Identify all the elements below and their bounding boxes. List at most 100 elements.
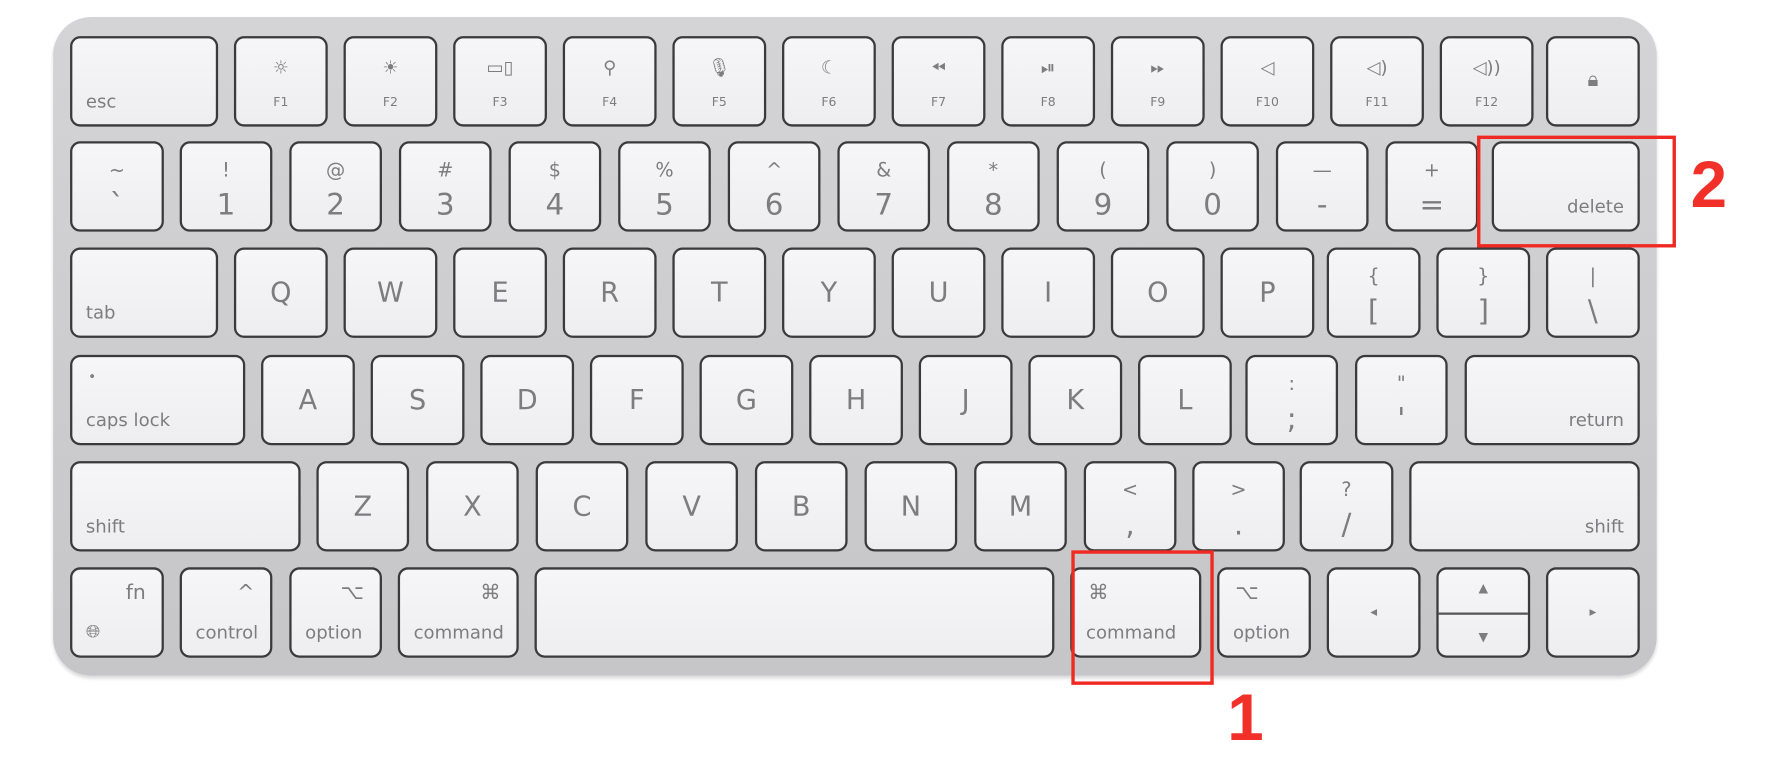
key-1[interactable]: ! 1 [179,141,273,232]
key-b[interactable]: B [754,461,848,552]
key-semicolon[interactable]: :; [1245,354,1339,446]
key-arrow-left[interactable]: ◂ [1326,567,1421,658]
key-i[interactable]: I [1001,247,1096,338]
key-f[interactable]: F [589,354,684,446]
key-minus[interactable]: — - [1275,141,1369,232]
key-bracket-right[interactable]: }] [1436,247,1531,338]
key-j[interactable]: J [918,354,1013,446]
caps-lock-indicator-icon: • [88,368,97,385]
key-label: P [1259,276,1276,309]
key-h[interactable]: H [809,354,903,446]
key-label: H [845,384,867,416]
key-f8[interactable]: ⏯︎ F8 [1001,36,1096,127]
key-q[interactable]: Q [233,247,328,338]
key-4[interactable]: $4 [508,141,602,232]
key-6[interactable]: ^ 6 [727,141,821,232]
key-quote[interactable]: " ' [1354,354,1448,446]
key-s[interactable]: S [370,354,465,446]
key-label: / [1341,508,1352,543]
key-f7[interactable]: ⏪︎ F7 [891,36,986,127]
key-slash[interactable]: ? / [1299,461,1394,552]
key-f6[interactable]: ☾ F6 [782,36,876,127]
key-e[interactable]: E [453,247,547,338]
key-f11[interactable]: ◁) F11 [1330,36,1424,127]
key-shift-label: % [655,159,674,182]
key-tilde[interactable]: ~ ` [70,141,164,232]
key-label: 0 [1203,188,1222,223]
key-command-left[interactable]: ⌘ command [397,567,519,658]
key-a[interactable]: A [261,354,355,446]
key-f3[interactable]: ▭▯ F3 [453,36,547,127]
control-symbol-icon: ^ [237,580,255,605]
key-8[interactable]: * 8 [947,141,1040,232]
key-space[interactable] [534,567,1055,658]
key-option-left[interactable]: ⌥ option [289,567,382,658]
key-p[interactable]: P [1220,247,1315,338]
arrow-divider [1438,612,1528,615]
key-f10[interactable]: ◁ F10 [1220,36,1315,127]
key-arrow-right[interactable]: ▸ [1545,567,1640,658]
key-f12[interactable]: ◁)) F12 [1439,36,1534,127]
key-label: fn [125,580,146,605]
key-comma[interactable]: <, [1083,461,1177,552]
arrow-left-icon: ◂ [1370,603,1378,620]
key-n[interactable]: N [864,461,958,552]
key-d[interactable]: D [480,354,575,446]
key-label: 1 [216,188,236,223]
key-lock[interactable]: 🔒︎ [1545,36,1640,127]
key-label: shift [85,515,125,537]
key-c[interactable]: C [535,461,629,552]
key-t[interactable]: T [672,247,767,338]
key-option-right[interactable]: ⌥ option [1217,567,1311,658]
key-label: . [1233,508,1244,543]
key-shift-label: ( [1099,159,1107,182]
key-f5[interactable]: 🎙︎ F5 [672,36,767,127]
key-2[interactable]: @2 [289,141,382,232]
key-0[interactable]: ) 0 [1166,141,1259,232]
key-shift-label: ^ [766,159,783,182]
key-o[interactable]: O [1110,247,1205,338]
key-label: M [1008,490,1033,523]
key-x[interactable]: X [426,461,519,552]
key-shift-left[interactable]: shift [70,461,301,552]
key-v[interactable]: V [645,461,738,552]
key-shift-right[interactable]: shift [1409,461,1640,552]
key-u[interactable]: U [891,247,986,338]
key-caps-lock[interactable]: • caps lock [70,354,246,446]
key-label: \ [1587,294,1598,329]
key-period[interactable]: >. [1192,461,1285,552]
key-l[interactable]: L [1138,354,1232,446]
key-tab[interactable]: tab [70,247,219,338]
key-3[interactable]: #3 [398,141,492,232]
key-g[interactable]: G [699,354,794,446]
key-bracket-left[interactable]: {[ [1326,247,1421,338]
key-shift-label: # [437,159,454,182]
key-f1[interactable]: ☼ F1 [233,36,328,127]
key-label: ; [1286,402,1297,437]
key-fn[interactable]: fn 🌐︎ [70,567,164,658]
key-9[interactable]: (9 [1056,141,1150,232]
key-label: 4 [545,188,565,223]
key-label: F7 [931,94,947,110]
key-f4[interactable]: ⚲ F4 [562,36,657,127]
key-z[interactable]: Z [316,461,410,552]
key-r[interactable]: R [562,247,657,338]
key-f9[interactable]: ⏩︎ F9 [1110,36,1205,127]
key-w[interactable]: W [343,247,438,338]
key-label: control [195,621,259,644]
key-7[interactable]: & 7 [837,141,931,232]
key-equals[interactable]: + = [1385,141,1479,232]
key-control[interactable]: ^ control [179,567,273,658]
key-arrow-up-down[interactable]: ▲ ▼ [1436,567,1531,658]
key-label: G [735,384,757,416]
key-f2[interactable]: ☀ F2 [343,36,438,127]
key-m[interactable]: M [974,461,1067,552]
key-return[interactable]: return [1464,354,1640,446]
key-5[interactable]: % 5 [618,141,711,232]
key-shift-label: ! [222,159,230,182]
key-shift-label: & [876,159,892,182]
key-esc[interactable]: esc [70,36,219,127]
key-k[interactable]: K [1028,354,1123,446]
key-y[interactable]: Y [782,247,876,338]
key-backslash[interactable]: | \ [1545,247,1640,338]
